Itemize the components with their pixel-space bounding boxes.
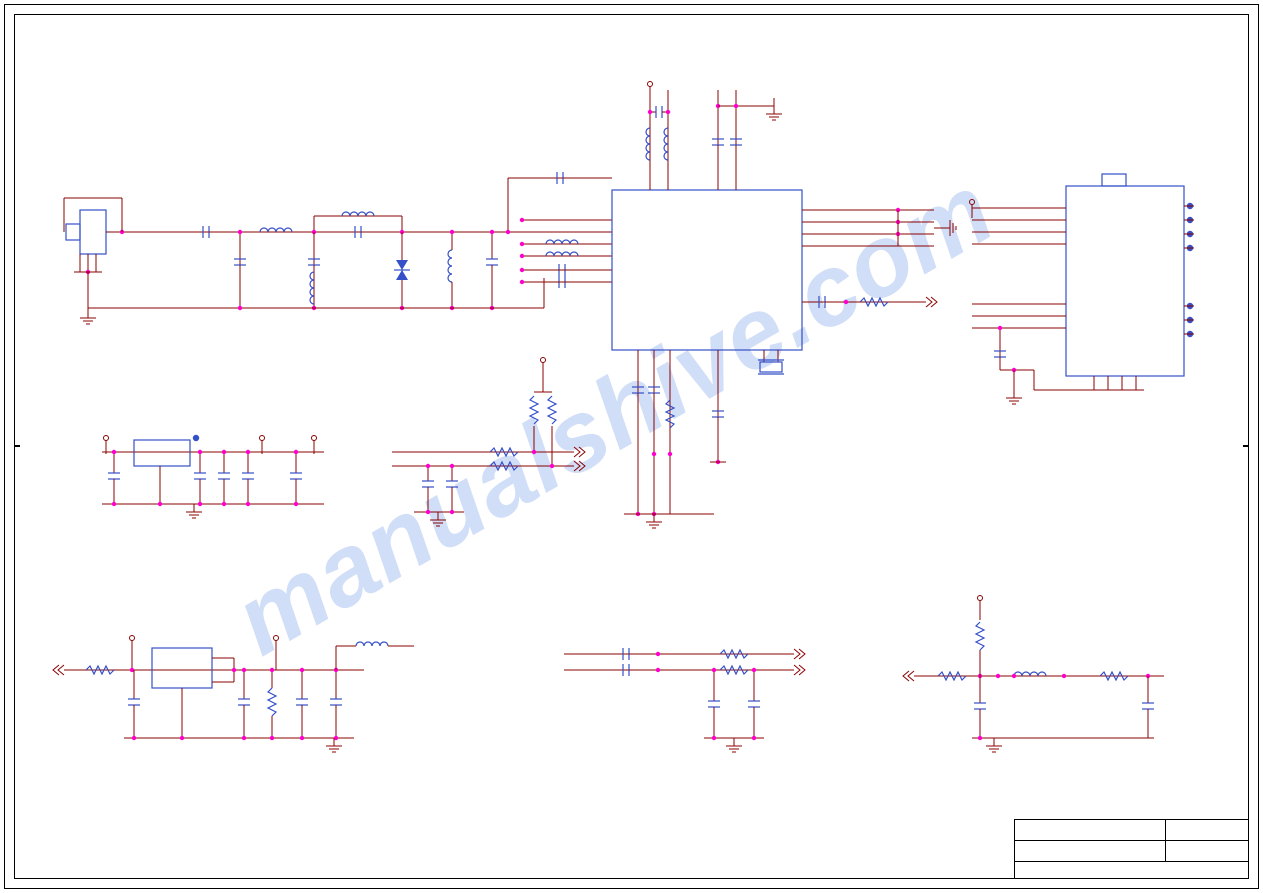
watermark-text: manualshive.com: [216, 153, 1012, 677]
schematic-canvas: manualshive.com: [14, 14, 1249, 879]
regulator-2: [53, 636, 414, 753]
matching-network: [903, 596, 1164, 753]
tvs-diode: [394, 232, 410, 308]
coupling-block: [564, 648, 805, 752]
regulator-1: [102, 435, 324, 518]
right-connector: [970, 174, 1195, 404]
rf-input-chain: [64, 172, 612, 324]
